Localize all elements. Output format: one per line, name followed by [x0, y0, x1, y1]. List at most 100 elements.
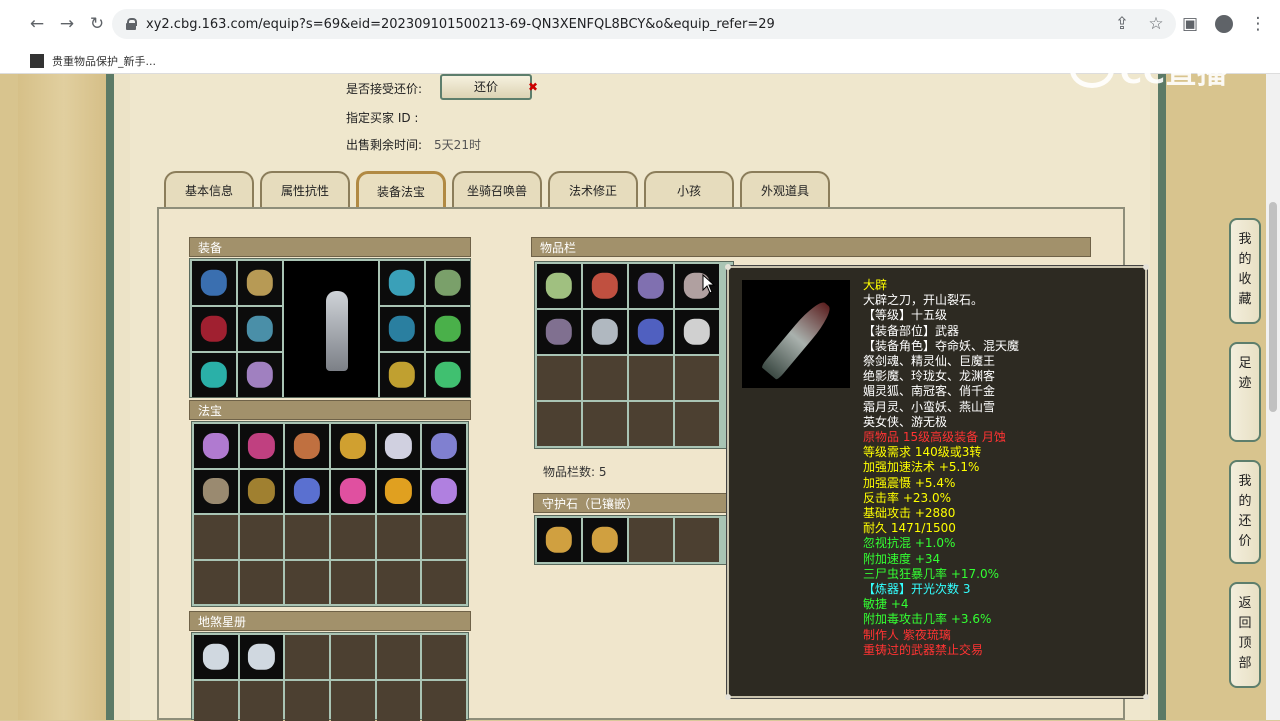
guardian-slot[interactable]	[537, 518, 581, 562]
fabao-empty-slot	[331, 515, 375, 559]
disha-slot[interactable]	[239, 635, 284, 679]
fabao-slot[interactable]	[285, 424, 329, 468]
items-header: 物品栏	[531, 237, 1091, 257]
tooltip-line: 忽视抗混 +1.0%	[863, 536, 956, 551]
side-tab-favorites[interactable]: 我的收藏	[1229, 218, 1261, 324]
bookmark-item[interactable]: 贵重物品保护_新手...	[52, 53, 156, 69]
fabao-empty-slot	[376, 560, 421, 604]
tooltip-line: 反击率 +23.0%	[863, 490, 951, 505]
inventory-slot[interactable]	[583, 264, 627, 308]
scrollbar[interactable]	[1266, 74, 1280, 720]
tab-children[interactable]: 小孩	[644, 171, 734, 207]
tab-appearance[interactable]: 外观道具	[740, 171, 830, 207]
equip-slot[interactable]	[192, 307, 236, 351]
tooltip-line: 大辟之刀，开山裂石。	[863, 293, 984, 308]
fabao-slot[interactable]	[239, 469, 284, 513]
tooltip-corner	[1143, 694, 1149, 700]
sidepanel-icon[interactable]: ▣	[1176, 9, 1204, 39]
tab-spell-mods[interactable]: 法术修正	[548, 171, 638, 207]
disha-empty-slot	[376, 635, 421, 679]
fabao-slot[interactable]	[422, 424, 466, 468]
disha-slot[interactable]	[194, 635, 238, 679]
equip-slot[interactable]	[238, 261, 282, 305]
tooltip-corner	[725, 694, 731, 700]
side-tab-my-offers[interactable]: 我的还价	[1229, 460, 1261, 564]
equipment-grid	[189, 258, 471, 398]
profile-icon[interactable]	[1210, 9, 1238, 39]
disha-empty-slot	[331, 635, 375, 679]
tab-attributes[interactable]: 属性抗性	[260, 171, 350, 207]
browser-actions: ⇪ ☆ ▣ ⋮	[1108, 9, 1272, 39]
disha-empty-slot	[285, 635, 329, 679]
tooltip-line: 霜月灵、小蛮妖、燕山雪	[863, 399, 996, 414]
fabao-slot[interactable]	[422, 469, 466, 513]
watermark-ring-icon	[1070, 52, 1114, 88]
equip-slot[interactable]	[426, 307, 470, 351]
buyer-id-row: 指定买家 ID :	[346, 109, 418, 126]
fabao-slot[interactable]	[331, 469, 375, 513]
equip-slot[interactable]	[238, 353, 282, 397]
accept-offer-label: 是否接受还价:	[346, 82, 423, 96]
inventory-slot[interactable]	[583, 310, 627, 354]
back-icon[interactable]: ←	[22, 9, 52, 39]
fabao-slot[interactable]	[331, 424, 375, 468]
mouse-cursor-icon	[702, 274, 716, 294]
tooltip-line: 三尸虫狂暴几率 +17.0%	[863, 566, 999, 581]
guardian-empty-slot	[629, 518, 673, 562]
tooltip-line: 制作人 紫夜琉璃	[863, 627, 951, 642]
scrollbar-thumb[interactable]	[1269, 202, 1277, 412]
remaining-label: 出售剩余时间:	[346, 138, 423, 152]
tooltip-corner	[1143, 264, 1149, 270]
fabao-slot[interactable]	[194, 469, 238, 513]
fabao-empty-slot	[331, 560, 375, 604]
lock-icon[interactable]	[126, 18, 137, 30]
inventory-slot[interactable]	[675, 310, 719, 354]
side-tab-back-to-top[interactable]: 返回顶部	[1229, 582, 1261, 688]
inventory-empty-slot	[629, 402, 673, 446]
equip-slot[interactable]	[426, 353, 470, 397]
fabao-slot[interactable]	[376, 469, 421, 513]
tooltip-line: 绝影魔、玲珑女、龙渊客	[863, 369, 996, 384]
reload-icon[interactable]: ↻	[82, 9, 112, 39]
bookmark-favicon-icon	[30, 53, 44, 68]
equip-slot[interactable]	[426, 261, 470, 305]
inventory-slot[interactable]	[629, 310, 673, 354]
address-bar[interactable]: xy2.cbg.163.com/equip?s=69&eid=202309101…	[112, 9, 1176, 39]
equip-slot[interactable]	[380, 261, 424, 305]
fabao-slot[interactable]	[239, 424, 284, 468]
menu-icon[interactable]: ⋮	[1244, 9, 1272, 39]
share-icon[interactable]: ⇪	[1108, 9, 1136, 39]
fabao-slot[interactable]	[285, 469, 329, 513]
inventory-slot[interactable]	[629, 264, 673, 308]
inventory-slot[interactable]	[537, 264, 581, 308]
fabao-empty-slot	[422, 560, 466, 604]
buyer-id-label: 指定买家 ID :	[346, 111, 419, 125]
guardian-slot[interactable]	[583, 518, 627, 562]
equip-slot[interactable]	[380, 353, 424, 397]
fabao-slot[interactable]	[194, 424, 238, 468]
equip-slot[interactable]	[192, 261, 236, 305]
star-icon[interactable]: ☆	[1142, 9, 1170, 39]
equip-slot[interactable]	[192, 353, 236, 397]
tab-equipment[interactable]: 装备法宝	[356, 171, 446, 207]
character-portrait	[284, 261, 378, 397]
tab-basic-info[interactable]: 基本信息	[164, 171, 254, 207]
fabao-empty-slot	[239, 515, 284, 559]
weapon-image	[742, 280, 850, 388]
tab-mounts-pets[interactable]: 坐骑召唤兽	[452, 171, 542, 207]
disha-empty-slot	[194, 681, 238, 721]
fabao-slot[interactable]	[376, 424, 421, 468]
offer-button[interactable]: 还价	[440, 74, 532, 100]
equip-slot[interactable]	[380, 307, 424, 351]
equip-slot[interactable]	[238, 307, 282, 351]
forward-icon[interactable]: →	[52, 9, 82, 39]
detail-tabs: 基本信息 属性抗性 装备法宝 坐骑召唤兽 法术修正 小孩 外观道具	[164, 171, 830, 207]
fabao-header: 法宝	[189, 400, 471, 420]
equipment-header: 装备	[189, 237, 471, 257]
decorative-frame	[18, 74, 110, 720]
disha-empty-slot	[376, 681, 421, 721]
tooltip-line: 大辟	[863, 278, 888, 292]
inventory-slot[interactable]	[537, 310, 581, 354]
fabao-empty-slot	[194, 560, 238, 604]
side-tab-footprints[interactable]: 足迹	[1229, 342, 1261, 442]
